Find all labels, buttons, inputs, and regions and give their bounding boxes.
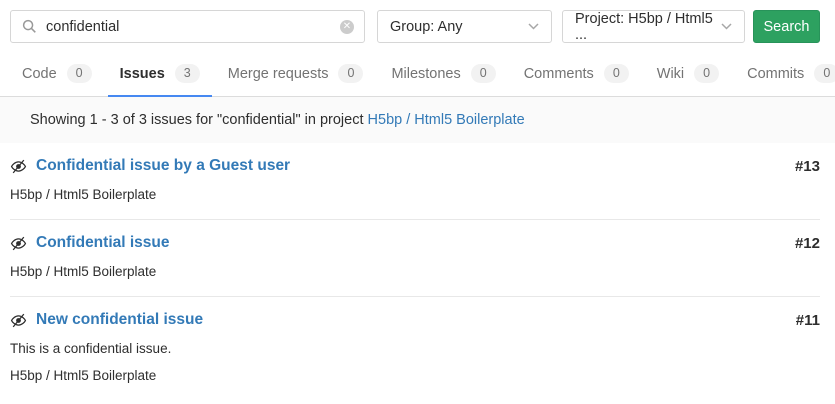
- clear-search-icon[interactable]: ✕: [340, 20, 354, 34]
- tab-wiki[interactable]: Wiki 0: [645, 55, 731, 97]
- group-filter-dropdown[interactable]: Group: Any: [377, 10, 552, 43]
- tab-comments[interactable]: Comments 0: [512, 55, 641, 97]
- issue-title-link[interactable]: Confidential issue by a Guest user: [36, 157, 290, 175]
- tab-merge-requests[interactable]: Merge requests 0: [216, 55, 376, 97]
- search-input[interactable]: [44, 18, 332, 36]
- result-header: Confidential issue by a Guest user #13: [10, 157, 820, 175]
- issue-number: #13: [795, 158, 820, 175]
- result-header: Confidential issue #12: [10, 234, 820, 252]
- search-bar: ✕ Group: Any Project: H5bp / Html5 ... S…: [0, 0, 835, 43]
- issue-result-row: New confidential issue #11 This is a con…: [10, 297, 820, 400]
- tab-label: Issues: [120, 66, 165, 82]
- search-input-wrapper: ✕: [10, 10, 365, 43]
- tab-count-badge: 0: [694, 64, 719, 83]
- eye-slash-icon: [10, 312, 27, 329]
- issue-number: #11: [796, 312, 820, 329]
- tab-commits[interactable]: Commits 0: [735, 55, 835, 97]
- tab-label: Code: [22, 66, 57, 82]
- result-title-wrap: Confidential issue: [10, 234, 170, 252]
- tab-count-badge: 0: [471, 64, 496, 83]
- results-summary-text: Showing 1 - 3 of 3 issues for "confident…: [30, 112, 364, 128]
- search-button[interactable]: Search: [753, 10, 820, 43]
- chevron-down-icon: [528, 23, 539, 30]
- issue-project-name: H5bp / Html5 Boilerplate: [10, 264, 820, 279]
- tab-count-badge: 0: [814, 64, 835, 83]
- tab-label: Commits: [747, 66, 804, 82]
- issue-result-row: Confidential issue by a Guest user #13 H…: [10, 143, 820, 220]
- tab-count-badge: 0: [338, 64, 363, 83]
- issue-number: #12: [795, 235, 820, 252]
- results-summary: Showing 1 - 3 of 3 issues for "confident…: [0, 97, 835, 143]
- search-icon: [22, 19, 37, 34]
- result-header: New confidential issue #11: [10, 311, 820, 329]
- tab-count-badge: 0: [67, 64, 92, 83]
- summary-project-link[interactable]: H5bp / Html5 Boilerplate: [368, 112, 525, 128]
- tab-issues[interactable]: Issues 3: [108, 55, 212, 97]
- issue-title-link[interactable]: New confidential issue: [36, 311, 203, 329]
- eye-slash-icon: [10, 235, 27, 252]
- result-title-wrap: New confidential issue: [10, 311, 203, 329]
- result-title-wrap: Confidential issue by a Guest user: [10, 157, 290, 175]
- chevron-down-icon: [721, 23, 732, 30]
- project-filter-dropdown[interactable]: Project: H5bp / Html5 ...: [562, 10, 745, 43]
- issue-project-name: H5bp / Html5 Boilerplate: [10, 368, 820, 383]
- issue-description: This is a confidential issue.: [10, 341, 820, 356]
- issue-result-row: Confidential issue #12 H5bp / Html5 Boil…: [10, 220, 820, 297]
- search-results-list: Confidential issue by a Guest user #13 H…: [0, 143, 835, 400]
- issue-title-link[interactable]: Confidential issue: [36, 234, 170, 252]
- group-filter-label: Group: Any: [390, 19, 463, 35]
- tab-label: Comments: [524, 66, 594, 82]
- tab-code[interactable]: Code 0: [10, 55, 104, 97]
- search-scope-tabs: Code 0 Issues 3 Merge requests 0 Milesto…: [0, 55, 835, 97]
- tab-label: Merge requests: [228, 66, 329, 82]
- tab-label: Milestones: [391, 66, 460, 82]
- tab-label: Wiki: [657, 66, 684, 82]
- eye-slash-icon: [10, 158, 27, 175]
- issue-project-name: H5bp / Html5 Boilerplate: [10, 187, 820, 202]
- tab-count-badge: 3: [175, 64, 200, 83]
- tab-milestones[interactable]: Milestones 0: [379, 55, 507, 97]
- project-filter-label: Project: H5bp / Html5 ...: [575, 11, 713, 43]
- tab-count-badge: 0: [604, 64, 629, 83]
